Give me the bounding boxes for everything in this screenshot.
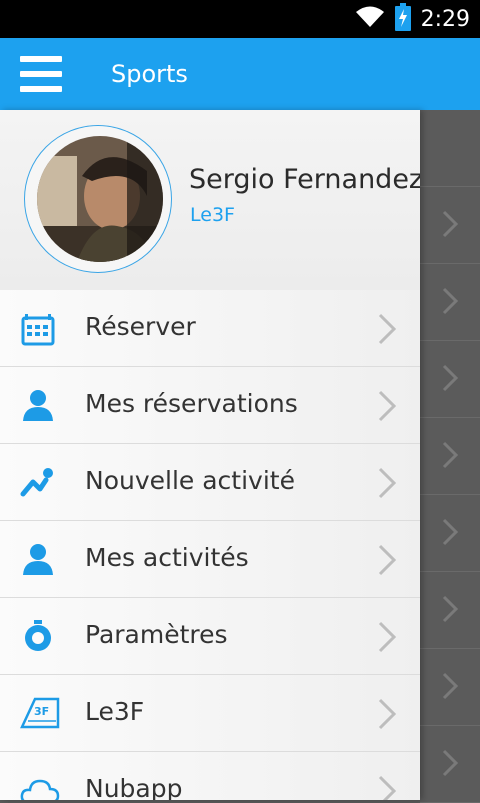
chevron-right-icon — [442, 595, 459, 623]
chevron-right-icon — [442, 518, 459, 546]
background-row[interactable] — [420, 341, 480, 418]
drawer-menu: Réserver Mes réservations Nouvelle activ… — [0, 290, 420, 800]
user-club: Le3F — [190, 204, 235, 226]
chevron-right-icon — [442, 210, 459, 238]
menu-item-le3f[interactable]: 3F Le3F — [0, 675, 420, 752]
battery-charging-icon — [394, 2, 411, 36]
activity-icon — [20, 468, 53, 497]
le3f-logo-icon: 3F — [20, 697, 60, 729]
menu-item-mes-activites[interactable]: Mes activités — [0, 521, 420, 598]
person-icon — [23, 544, 53, 575]
chevron-right-icon — [442, 441, 459, 469]
settings-icon — [25, 620, 51, 651]
menu-item-reserver[interactable]: Réserver — [0, 290, 420, 367]
background-row[interactable] — [420, 572, 480, 649]
profile-header[interactable]: Sergio Fernandez Le3F — [0, 110, 420, 291]
menu-item-label: Mes activités — [85, 543, 249, 572]
wifi-icon — [355, 5, 385, 34]
menu-item-label: Nubapp — [85, 774, 183, 800]
calendar-icon — [21, 314, 55, 346]
chevron-right-icon — [378, 390, 397, 422]
chevron-right-icon — [442, 364, 459, 392]
menu-item-label: Réserver — [85, 312, 196, 341]
chevron-right-icon — [378, 544, 397, 576]
chevron-right-icon — [378, 467, 397, 499]
status-icons: 2:29 — [355, 0, 470, 38]
menu-item-label: Paramètres — [85, 620, 228, 649]
menu-item-label: Nouvelle activité — [85, 466, 295, 495]
clock: 2:29 — [420, 6, 470, 32]
navigation-drawer: Sergio Fernandez Le3F Réserver Mes réser… — [0, 110, 420, 800]
background-row[interactable] — [420, 418, 480, 495]
menu-item-nouvelle-activite[interactable]: Nouvelle activité — [0, 444, 420, 521]
chevron-right-icon — [442, 287, 459, 315]
chevron-right-icon — [378, 698, 397, 730]
chevron-right-icon — [378, 621, 397, 653]
background-row — [420, 110, 480, 187]
background-list — [420, 110, 480, 803]
chevron-right-icon — [378, 775, 397, 800]
background-row[interactable] — [420, 649, 480, 726]
svg-text:3F: 3F — [34, 705, 49, 718]
chevron-right-icon — [442, 672, 459, 700]
hamburger-icon[interactable] — [20, 56, 64, 92]
menu-item-label: Mes réservations — [85, 389, 298, 418]
menu-item-label: Le3F — [85, 697, 145, 726]
background-row[interactable] — [420, 495, 480, 572]
chevron-right-icon — [442, 749, 459, 777]
cloud-icon — [20, 779, 60, 800]
background-row[interactable] — [420, 187, 480, 264]
background-row[interactable] — [420, 264, 480, 341]
menu-item-parametres[interactable]: Paramètres — [0, 598, 420, 675]
app-bar: Sports — [0, 38, 480, 110]
menu-item-mes-reservations[interactable]: Mes réservations — [0, 367, 420, 444]
chevron-right-icon — [378, 313, 397, 345]
user-name: Sergio Fernandez — [189, 164, 420, 195]
avatar[interactable] — [37, 136, 163, 262]
menu-item-nubapp[interactable]: Nubapp — [0, 752, 420, 800]
background-row[interactable] — [420, 726, 480, 803]
status-bar: 2:29 — [0, 0, 480, 38]
person-icon — [23, 390, 53, 421]
app-title: Sports — [111, 60, 188, 88]
